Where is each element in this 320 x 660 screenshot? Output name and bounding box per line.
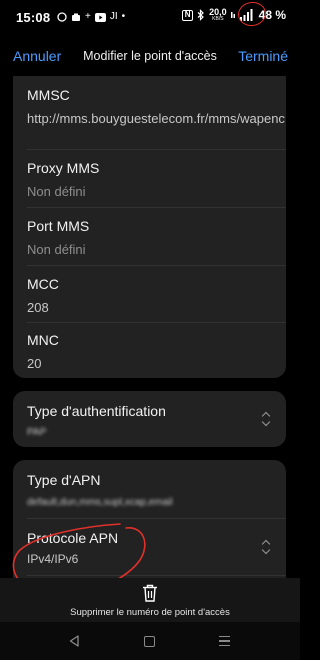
- field-value: Non défini: [27, 242, 86, 257]
- system-icons: N 20,0 KB/S 48 %: [182, 8, 286, 22]
- recent-apps-icon[interactable]: [219, 636, 230, 647]
- header: Annuler Modifier le point d'accès Termin…: [0, 32, 300, 80]
- navigation-bar: [0, 622, 300, 660]
- divider: [27, 575, 286, 576]
- field-port-mms[interactable]: Port MMS Non défini: [13, 208, 286, 265]
- field-value: 208: [27, 300, 49, 315]
- field-value: 20: [27, 356, 42, 371]
- field-label: Port MMS: [27, 218, 90, 234]
- apn-fields-card: MMSC http://mms.bouyguestelecom.fr/mms/w…: [13, 76, 286, 378]
- dot-icon: •: [121, 11, 126, 22]
- field-label: MNC: [27, 332, 59, 348]
- auth-type-card[interactable]: Type d'authentification PAP: [13, 391, 286, 447]
- notification-icons: + JI •: [57, 11, 125, 23]
- field-label: MCC: [27, 276, 59, 292]
- field-mnc[interactable]: MNC 20: [13, 323, 286, 378]
- field-mcc[interactable]: MCC 208: [13, 266, 286, 322]
- field-value: PAP: [27, 427, 47, 438]
- field-value: default,dun,mms,supl,xcap,email: [27, 497, 173, 508]
- done-button[interactable]: Terminé: [238, 48, 288, 64]
- bluetooth-icon: [197, 9, 204, 21]
- plus-icon: +: [85, 11, 91, 22]
- field-auth-type[interactable]: Type d'authentification PAP: [13, 391, 286, 447]
- select-chevron-icon: [262, 539, 272, 555]
- whatsapp-icon: [57, 12, 67, 22]
- field-mmsc[interactable]: MMSC http://mms.bouyguestelecom.fr/mms/w…: [13, 76, 286, 149]
- field-label: Protocole APN: [27, 530, 119, 546]
- field-proxy-mms[interactable]: Proxy MMS Non défini: [13, 150, 286, 207]
- field-value: http://mms.bouyguestelecom.fr/mms/wapenc: [27, 111, 285, 126]
- camera-icon: [72, 13, 80, 21]
- field-value: IPv4/IPv6: [27, 552, 79, 566]
- hash-icon: JI: [109, 11, 118, 22]
- field-value: Non défini: [27, 184, 86, 199]
- annotation-circle: [236, 0, 268, 28]
- field-label: Type d'authentification: [27, 403, 166, 419]
- field-apn-protocol[interactable]: Protocole APN IPv4/IPv6: [13, 519, 286, 575]
- trash-icon: [143, 584, 157, 602]
- field-apn-type[interactable]: Type d'APN default,dun,mms,supl,xcap,ema…: [13, 460, 286, 518]
- home-icon[interactable]: [144, 636, 155, 647]
- field-label: MMSC: [27, 87, 70, 103]
- nfc-icon: N: [182, 9, 194, 21]
- delete-apn-label: Supprimer le numéro de point d'accès: [70, 607, 230, 618]
- back-icon[interactable]: [69, 635, 79, 647]
- status-time: 15:08: [16, 10, 51, 25]
- select-chevron-icon: [262, 411, 272, 427]
- delete-apn-button[interactable]: Supprimer le numéro de point d'accès: [0, 578, 300, 622]
- field-label: Type d'APN: [27, 472, 101, 488]
- field-label: Proxy MMS: [27, 160, 100, 176]
- youtube-icon: [94, 12, 106, 22]
- data-speed: 20,0 KB/S: [209, 8, 227, 23]
- status-bar: 15:08 + JI • N 20,0 KB/S 48 %: [0, 0, 300, 32]
